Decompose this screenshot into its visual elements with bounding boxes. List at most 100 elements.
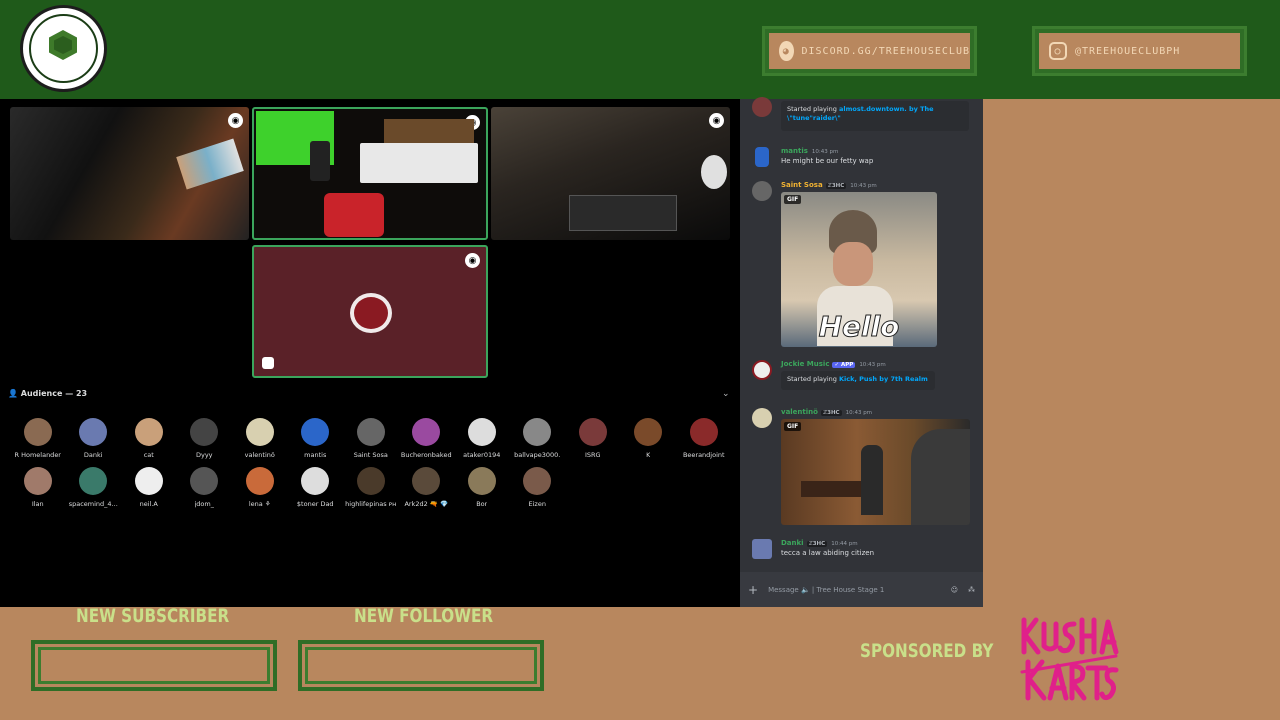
audience-member-name: valentinö	[244, 451, 275, 459]
avatar[interactable]	[634, 418, 663, 446]
gif-image[interactable]: GIF Hello	[781, 192, 937, 347]
avatar[interactable]	[301, 418, 330, 446]
audience-member-name: neil.A	[139, 500, 158, 508]
header-bar: ◕ DISCORD.GG/TREEHOUSECLUB ○ @TREEHOUECL…	[0, 0, 1280, 99]
avatar[interactable]	[412, 418, 441, 446]
gif-caption: Hello	[818, 310, 900, 344]
apps-icon[interactable]: ⁂	[968, 586, 975, 594]
avatar[interactable]	[134, 418, 163, 446]
video-tile-2[interactable]: ◉	[252, 107, 488, 240]
avatar[interactable]	[190, 418, 219, 446]
avatar[interactable]	[412, 467, 441, 495]
audience-member[interactable]: spacemind_4...	[66, 467, 122, 508]
avatar[interactable]	[752, 539, 772, 559]
instagram-link[interactable]: ○ @TREEHOUECLUBPH	[1032, 26, 1247, 76]
avatar[interactable]	[523, 418, 552, 446]
audience-member[interactable]: valentinö	[232, 418, 288, 459]
avatar[interactable]	[23, 418, 52, 446]
audience-member[interactable]: Ark2d2 🔫 💎	[399, 467, 455, 508]
embed-link[interactable]: Kick, Push by 7th Realm	[839, 375, 928, 383]
video-tile-3[interactable]: ◉	[491, 107, 730, 240]
audience-member-name: cat	[143, 451, 154, 459]
video-tile-1[interactable]: ◉	[10, 107, 249, 240]
username[interactable]: mantis	[781, 147, 808, 155]
avatar[interactable]	[752, 181, 772, 201]
stage-area: ◉ ◉ ◉ ◉ 👤 Audience — 23 ⌄ R Homelander Da…	[0, 99, 740, 607]
audience-member[interactable]: ataker0194	[454, 418, 510, 459]
audience-member[interactable]: Beerandjoint	[676, 418, 732, 459]
avatar[interactable]	[301, 467, 330, 495]
audience-member[interactable]: ballvape3000.	[510, 418, 566, 459]
avatar[interactable]	[467, 418, 496, 446]
message-placeholder: Message 🔈 | Tree House Stage 1	[768, 585, 885, 594]
avatar[interactable]	[245, 467, 274, 495]
gif-image[interactable]: GIF	[781, 419, 970, 525]
emoji-icon[interactable]: ☺	[951, 586, 958, 594]
audience-member-name: ISRG	[584, 451, 601, 459]
video-tile-4[interactable]: ◉	[252, 245, 488, 378]
avatar[interactable]	[190, 467, 219, 495]
screen-share-icon: ◉	[709, 113, 724, 128]
avatar[interactable]	[523, 467, 552, 495]
avatar[interactable]	[752, 360, 772, 380]
audience-member[interactable]: mantis	[288, 418, 344, 459]
camera-switch-icon[interactable]	[262, 357, 274, 369]
username[interactable]: valentinö	[781, 408, 818, 416]
avatar[interactable]	[356, 467, 385, 495]
screen-share-icon: ◉	[465, 253, 480, 268]
username[interactable]: Saint Sosa	[781, 181, 823, 189]
audience-member-name: Bor	[476, 500, 488, 508]
username[interactable]: Jockie Music	[781, 360, 829, 368]
username[interactable]: Danki	[781, 539, 804, 547]
avatar[interactable]	[467, 467, 496, 495]
server-tag: ℤ3HC	[820, 410, 842, 416]
audience-member[interactable]: Eizen	[510, 467, 566, 508]
message-input[interactable]: + Message 🔈 | Tree House Stage 1 ☺ ⁂	[740, 572, 983, 607]
sponsored-by-label: SPONSORED BY	[860, 640, 994, 662]
avatar[interactable]	[356, 418, 385, 446]
avatar[interactable]	[245, 418, 274, 446]
avatar[interactable]	[134, 467, 163, 495]
audience-member[interactable]: R Homelander	[10, 418, 66, 459]
discord-link[interactable]: ◕ DISCORD.GG/TREEHOUSECLUB	[762, 26, 977, 76]
chat-panel: Started playing almost.downtown. by The …	[740, 97, 983, 607]
audience-icon: 👤	[8, 389, 18, 398]
audience-member-name: Beerandjoint	[682, 451, 725, 459]
chevron-down-icon[interactable]: ⌄	[722, 389, 730, 399]
audience-member[interactable]: $toner Dad	[288, 467, 344, 508]
timestamp: 10:43 pm	[811, 149, 839, 155]
audience-member-name: K	[646, 451, 651, 459]
audience-member[interactable]: cat	[121, 418, 177, 459]
timestamp: 10:43 pm	[859, 362, 886, 368]
gif-label: GIF	[784, 195, 802, 204]
audience-member[interactable]: jdom_	[177, 467, 233, 508]
avatar[interactable]	[755, 147, 769, 167]
audience-member[interactable]: Danki	[66, 418, 122, 459]
audience-member[interactable]: K	[621, 418, 677, 459]
audience-member-name: ataker0194	[463, 451, 501, 459]
timestamp: 10:43 pm	[850, 183, 877, 189]
audience-member[interactable]: highlifepinas ᴘʜ	[343, 467, 399, 508]
avatar[interactable]	[752, 408, 772, 428]
audience-member-name: Saint Sosa	[353, 451, 388, 459]
avatar[interactable]	[689, 418, 718, 446]
avatar[interactable]	[752, 97, 772, 117]
audience-member[interactable]: lena ⚘	[232, 467, 288, 508]
audience-member[interactable]: Ilan	[10, 467, 66, 508]
audience-member[interactable]: ISRG	[565, 418, 621, 459]
audience-member-name: Bucheronbaked	[400, 451, 452, 459]
gif-label: GIF	[784, 422, 802, 431]
audience-member[interactable]: Saint Sosa	[343, 418, 399, 459]
audience-member[interactable]: Bor	[454, 467, 510, 508]
avatar[interactable]	[79, 467, 108, 495]
audience-member-name: jdom_	[194, 500, 215, 508]
avatar[interactable]	[23, 467, 52, 495]
audience-member[interactable]: neil.A	[121, 467, 177, 508]
avatar[interactable]	[79, 418, 108, 446]
audience-member[interactable]: Bucheronbaked	[399, 418, 455, 459]
avatar[interactable]	[578, 418, 607, 446]
audience-member-name: Danki	[83, 451, 103, 459]
add-attachment-icon[interactable]: +	[748, 583, 758, 597]
embed-text: Started playing	[787, 105, 837, 113]
audience-member[interactable]: Dyyy	[177, 418, 233, 459]
